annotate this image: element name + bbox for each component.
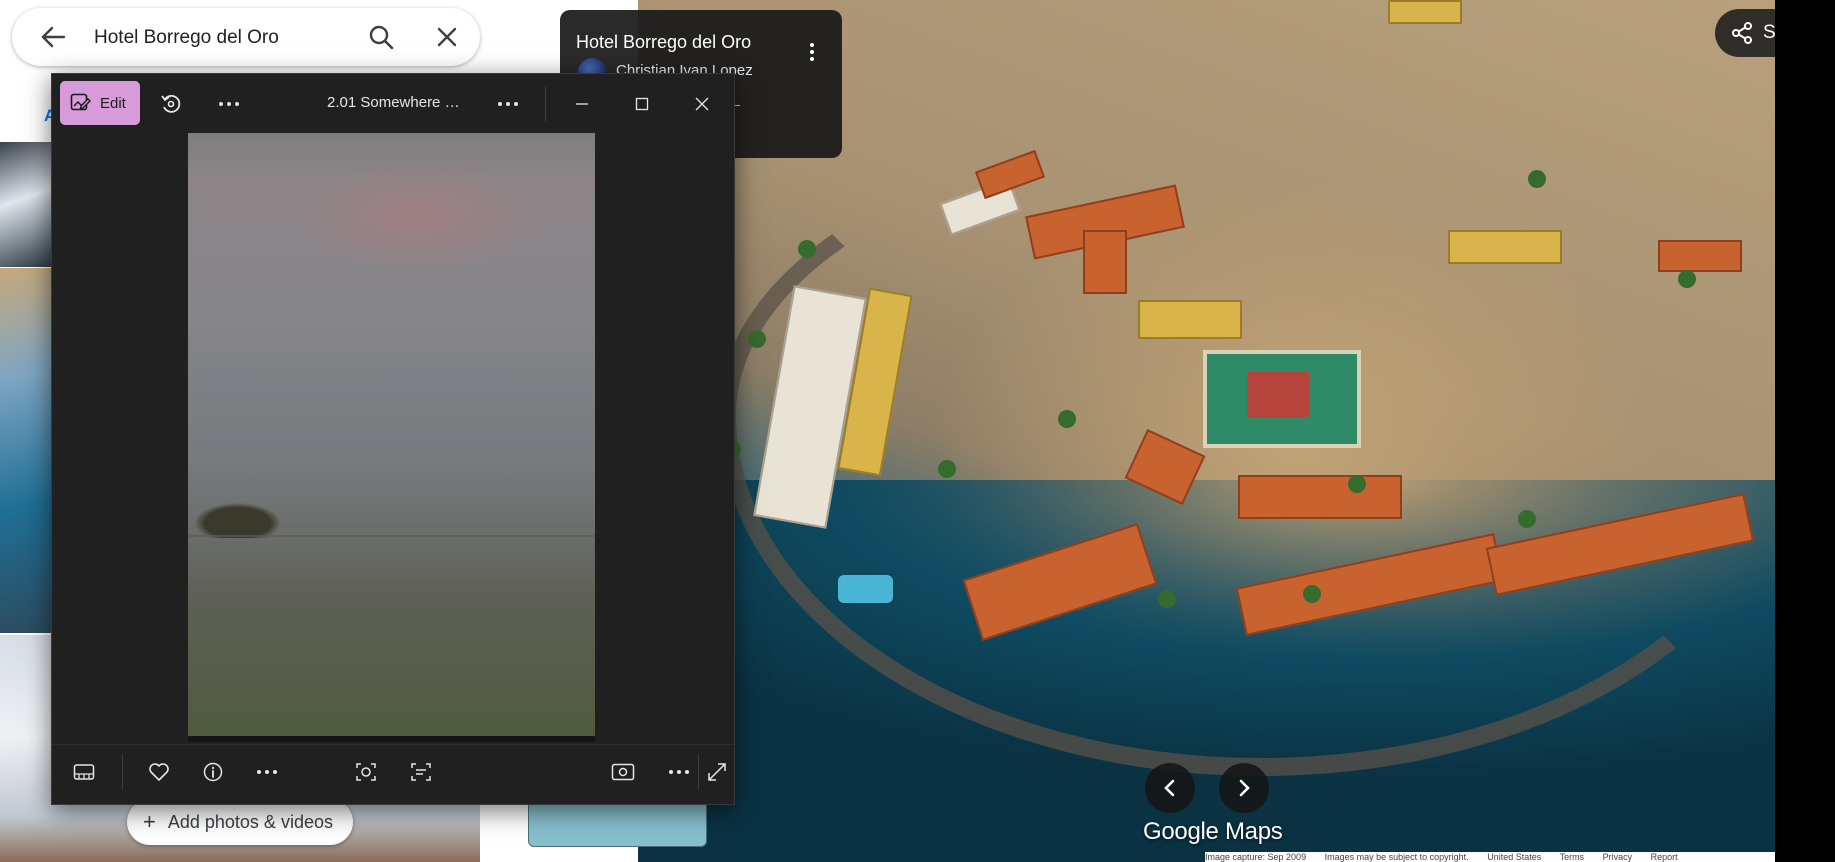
close-icon: [695, 97, 709, 111]
palm-tree: [798, 240, 816, 258]
palm-tree: [1678, 270, 1696, 288]
scan-text-icon: [411, 763, 431, 781]
privacy-link[interactable]: Privacy: [1603, 852, 1633, 862]
image-capture-date: Image capture: Sep 2009: [1205, 852, 1307, 862]
hotel-building: [1138, 300, 1242, 339]
palm-tree: [1518, 510, 1536, 528]
rotate-icon: [161, 94, 181, 113]
island-silhouette: [188, 488, 298, 538]
terms-link[interactable]: Terms: [1560, 852, 1585, 862]
photo-border: [188, 736, 595, 742]
clear-search-icon[interactable]: [436, 26, 458, 48]
edit-image-icon: [70, 93, 91, 111]
back-arrow-icon[interactable]: [40, 25, 66, 49]
visual-search-icon: [356, 763, 376, 781]
photo-thumbnail[interactable]: [0, 268, 52, 633]
report-link[interactable]: Report: [1651, 852, 1678, 862]
window-edge: [1775, 0, 1835, 862]
slideshow-icon: [611, 763, 635, 781]
hotel-building: [1238, 475, 1402, 519]
palm-tree: [1058, 410, 1076, 428]
chevron-right-icon: [1239, 779, 1250, 797]
palm-tree: [1158, 590, 1176, 608]
add-photos-button[interactable]: + Add photos & videos: [127, 799, 353, 845]
search-box[interactable]: [12, 8, 480, 66]
more-options-icon[interactable]: [804, 40, 820, 66]
add-photos-label: Add photos & videos: [167, 811, 333, 832]
photo-thumbnail[interactable]: [528, 798, 707, 847]
fullscreen-button[interactable]: [702, 756, 732, 788]
filmstrip-icon: [73, 764, 95, 780]
chevron-left-icon: [1164, 779, 1175, 797]
hotel-building: [1658, 240, 1742, 272]
map-footer: Image capture: Sep 2009 Images may be su…: [1205, 852, 1775, 862]
close-window-button[interactable]: [682, 88, 722, 120]
divider: [122, 754, 123, 790]
photos-viewer-window: Edit 2.01 Somewhere in Baja California S…: [51, 73, 735, 805]
rotate-button[interactable]: [155, 88, 187, 120]
previous-photo-button[interactable]: [1145, 763, 1195, 813]
bottom-more-icon[interactable]: [247, 756, 287, 788]
google-maps-logo: Google Maps: [1143, 818, 1283, 845]
hotel-building: [1388, 0, 1462, 24]
palm-tree: [1303, 585, 1321, 603]
displayed-photo[interactable]: [188, 133, 595, 742]
minimize-icon: [576, 103, 588, 105]
sky-glow: [288, 163, 548, 273]
visual-search-button[interactable]: [348, 756, 384, 788]
image-filename: 2.01 Somewhere in Baja California Sur.jp…: [327, 94, 462, 111]
divider: [698, 754, 699, 790]
maximize-icon: [635, 97, 649, 111]
expand-icon: [708, 763, 726, 781]
tennis-court: [1203, 350, 1361, 448]
pool: [838, 575, 893, 603]
photo-thumbnail[interactable]: [0, 142, 52, 267]
search-icon[interactable]: [368, 24, 394, 50]
info-icon: [203, 762, 223, 782]
edit-label: Edit: [100, 94, 126, 112]
search-input[interactable]: [92, 24, 366, 52]
minimize-button[interactable]: [562, 88, 602, 120]
edit-button[interactable]: Edit: [60, 81, 140, 125]
palm-tree: [748, 330, 766, 348]
bottom-more-2-icon[interactable]: [659, 756, 699, 788]
palm-tree: [938, 460, 956, 478]
palm-tree: [1348, 475, 1366, 493]
toolbar-more-icon[interactable]: [209, 88, 249, 120]
horizon-line: [188, 535, 595, 537]
hotel-building: [1083, 230, 1127, 294]
plus-icon: +: [143, 809, 156, 834]
info-button[interactable]: [195, 756, 231, 788]
country-link[interactable]: United States: [1487, 852, 1541, 862]
slideshow-button[interactable]: [605, 756, 641, 788]
palm-tree: [1528, 170, 1546, 188]
next-photo-button[interactable]: [1219, 763, 1269, 813]
divider: [545, 86, 546, 122]
share-icon: [1732, 22, 1752, 44]
divider: [52, 744, 734, 745]
scan-text-button[interactable]: [403, 756, 439, 788]
place-title[interactable]: Hotel Borrego del Oro: [576, 32, 751, 53]
favorite-button[interactable]: [141, 756, 177, 788]
heart-icon: [149, 763, 169, 781]
maximize-button[interactable]: [622, 88, 662, 120]
hotel-building: [1448, 230, 1562, 264]
title-more-icon[interactable]: [488, 88, 528, 120]
filmstrip-button[interactable]: [66, 756, 102, 788]
copyright-note: Images may be subject to copyright.: [1324, 852, 1469, 862]
